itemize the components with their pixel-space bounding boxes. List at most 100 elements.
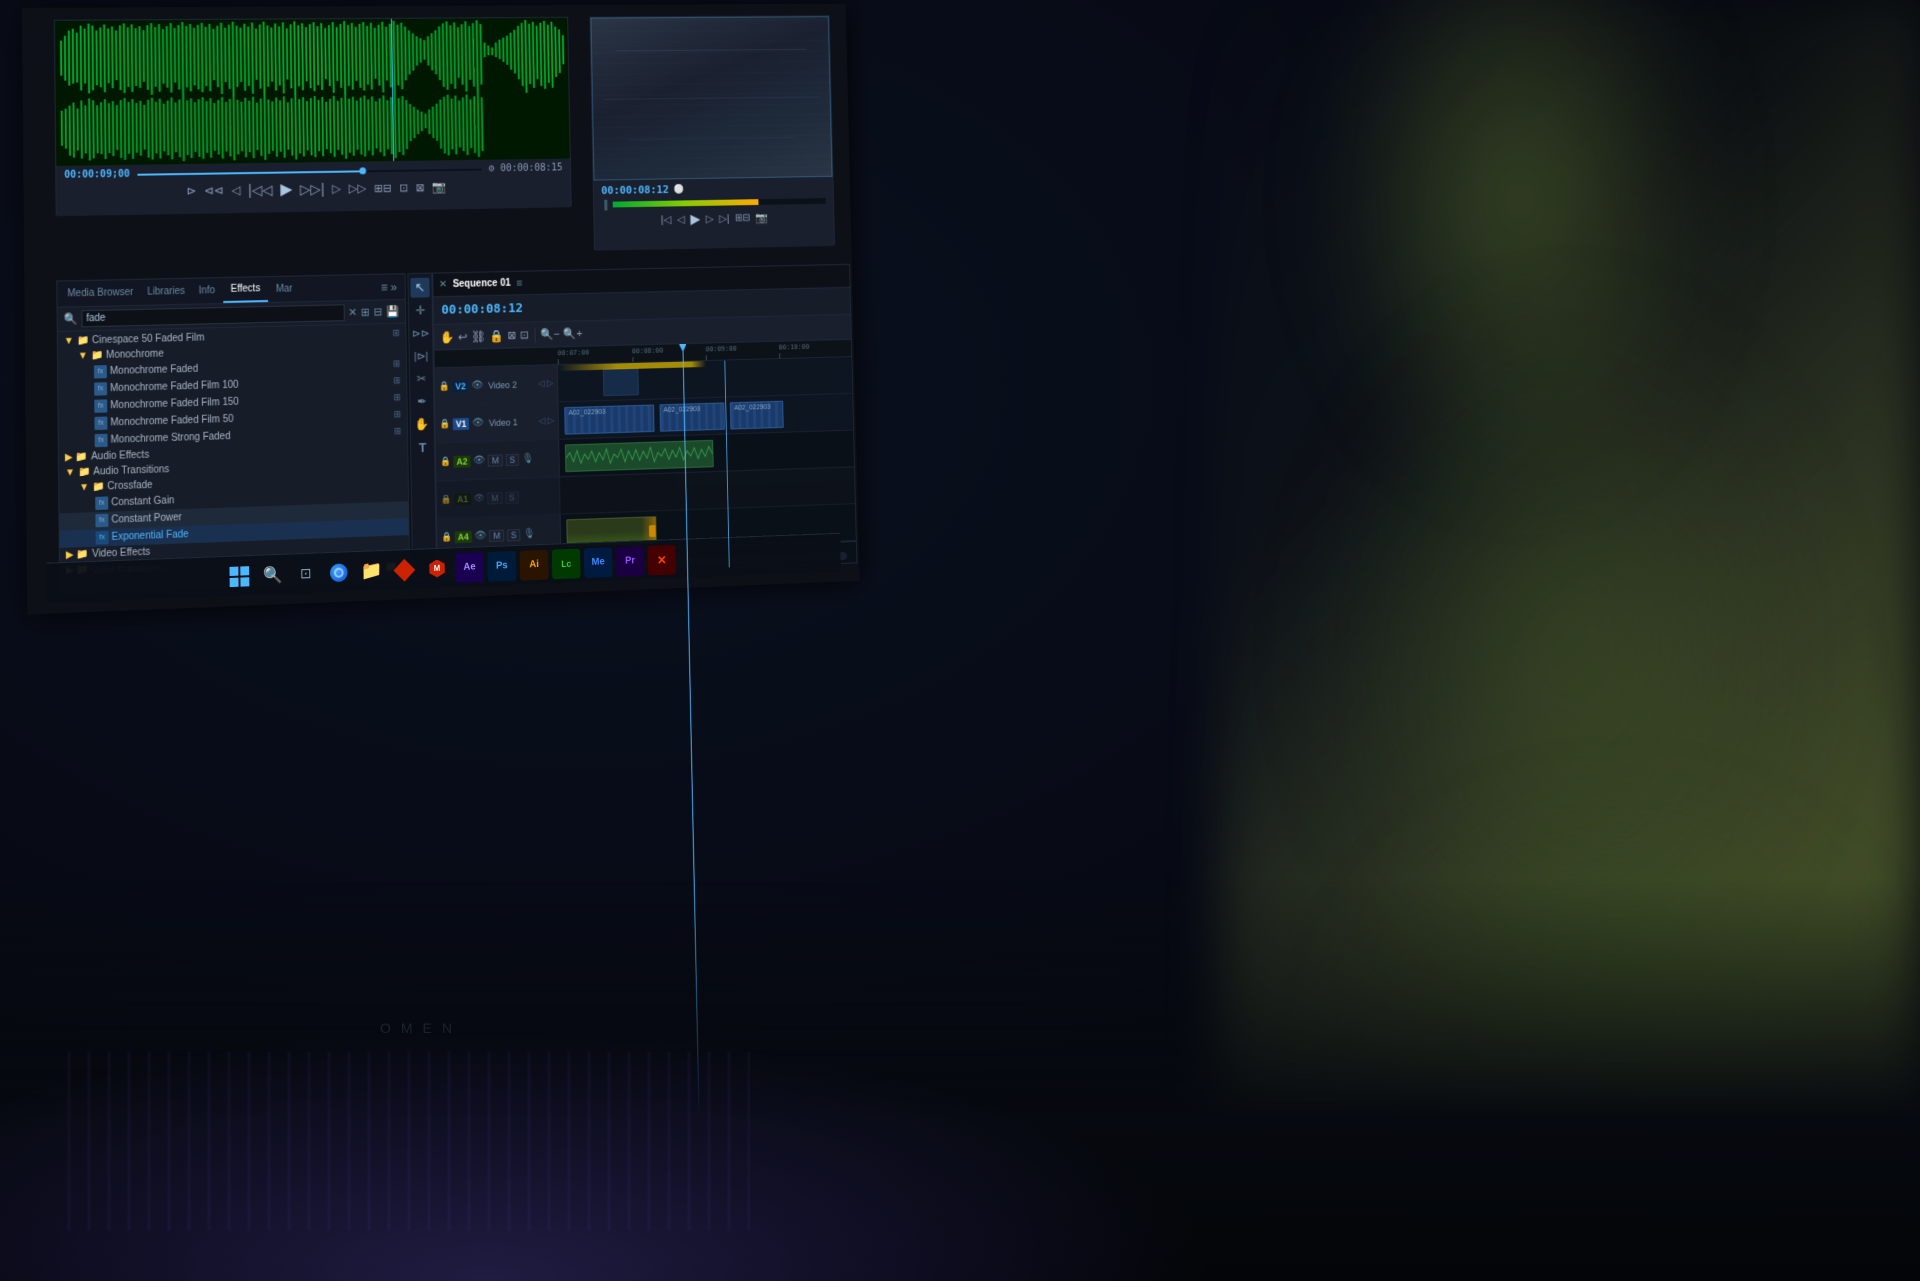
tl-tool3[interactable]: ⛓ [471,329,486,343]
prev-frame-btn[interactable]: ⊲⊲ [204,183,224,197]
search-options-btn[interactable]: ⊞ [361,306,370,319]
shield-btn[interactable]: M [422,553,451,584]
tl-tool1[interactable]: ✋ [440,330,454,344]
tool-arrow[interactable]: ↖ [410,278,429,298]
prog-play[interactable]: ▶ [690,211,700,228]
play-button[interactable]: ▶ [280,179,292,199]
tab-menu-btn[interactable]: ≡ » [377,280,401,294]
close-btn[interactable]: ✕ [439,279,447,290]
app-icon-btn[interactable]: ✕ [648,544,677,575]
track-header-a2: 🔒 A2 👁 M S 🎙 [436,440,560,481]
program-controls: 00:00:08:12 ⚪ ▐ |◁ ◁ ▶ ▷ ▷| ⊞⊟ [594,177,835,251]
a2-mute[interactable]: M [488,454,503,466]
loop-btn[interactable]: ⊞⊟ [374,181,392,194]
search-btn[interactable]: 🔍 [258,559,288,590]
lc-btn[interactable]: Lc [552,548,581,579]
tl-tool4[interactable]: 🔒 [489,329,503,343]
tab-info[interactable]: Info [193,278,221,304]
tab-media-browser[interactable]: Media Browser [61,280,139,307]
prog-step-fwd[interactable]: ▷ [706,212,714,225]
tool-hand[interactable]: ✋ [413,414,432,434]
pr-btn[interactable]: Pr [616,546,645,577]
effect-icon-mono5: fx [95,434,108,448]
camera-btn[interactable]: 📷 [432,180,446,194]
a4-mic[interactable]: 🎙 [523,528,535,539]
v1-eye[interactable]: 👁 [472,417,484,428]
insert-btn[interactable]: ⊡ [399,181,408,194]
a2-mic[interactable]: 🎙 [522,453,534,464]
go-start-btn[interactable]: |◁◁ [248,181,273,198]
tool-text[interactable]: T [413,437,432,457]
v1-settings[interactable]: ◁ ▷ [539,415,555,426]
level-meter-row: ▐ [601,196,826,210]
a4-lock[interactable]: 🔒 [441,532,452,543]
effects-save-btn[interactable]: 💾 [386,305,399,318]
tool-razor[interactable]: ✂ [412,368,431,388]
step-fwd-btn[interactable]: ▷ [332,182,341,196]
effect-icon-mono1: fx [94,365,107,378]
prog-camera[interactable]: 📷 [756,212,769,225]
ae-btn[interactable]: Ae [455,552,484,583]
step-back-btn[interactable]: ◁ [231,183,240,197]
me-btn[interactable]: Me [584,547,613,578]
a4-eye[interactable]: 👁 [474,530,486,541]
overwrite-btn[interactable]: ⊠ [416,181,425,194]
source-playhead-dot[interactable] [359,167,366,174]
v2-settings[interactable]: ◁ ▷ [538,378,554,389]
v2-lock[interactable]: 🔒 [439,381,450,392]
tool-ripple[interactable]: |⊳| [411,346,430,366]
search-clear-btn[interactable]: ✕ [348,306,357,319]
ps-btn[interactable]: Ps [487,550,516,581]
tab-effects[interactable]: Effects [223,277,269,303]
effect-icon-ef: fx [96,531,109,545]
windows-btn[interactable] [225,560,255,591]
next-frame-btn[interactable]: ▷▷ [349,181,367,195]
a1-solo[interactable]: S [505,491,518,503]
mark-in-btn[interactable]: ⊳ [186,184,196,198]
a2-solo[interactable]: S [506,453,519,465]
audio-clip-a2[interactable] [565,440,714,472]
timeline-panel: ✕ Sequence 01 ≡ 00:00:08:12 ✋ ↩ ⛓ 🔒 ⊠ ⊡ … [432,264,857,580]
clip-v1-3[interactable]: A02_022903 [730,401,783,430]
tl-tool5[interactable]: ⊠ [507,329,516,342]
program-timecode: 00:00:08:12 [601,183,669,197]
diamond-icon-btn[interactable] [390,554,419,585]
tl-tool6[interactable]: ⊡ [520,328,529,341]
tl-tool2[interactable]: ↩ [458,330,468,344]
browser-btn[interactable] [324,557,353,588]
go-end-btn[interactable]: ▷▷| [300,180,325,197]
tab-libraries[interactable]: Libraries [141,279,191,305]
a1-id: A1 [454,493,471,505]
folder-btn[interactable]: 📁 [357,555,386,586]
v2-eye[interactable]: 👁 [471,380,483,391]
a1-mute[interactable]: M [487,492,502,504]
a4-solo[interactable]: S [507,529,520,541]
prog-step-back[interactable]: ◁ [677,213,685,226]
tool-track-select[interactable]: ⊳⊳ [411,323,430,343]
a4-mute[interactable]: M [489,529,504,541]
prog-loop[interactable]: ⊞⊟ [735,213,751,224]
laptop-display: 00:00:09;00 ⚙ 00:00:08:15 ⊳ ⊲⊲ ◁ |◁◁ ▶ ▷… [0,0,1920,1281]
search-filter-btn[interactable]: ⊟ [373,305,382,318]
folder-icon-audio-effects: 📁 [76,452,89,464]
clip-v1-1[interactable]: A02_022903 [565,405,655,435]
prog-go-start[interactable]: |◁ [661,213,672,226]
tab-mar[interactable]: Mar [270,276,299,301]
v1-lock[interactable]: 🔒 [439,418,450,429]
a1-lock[interactable]: 🔒 [441,494,452,505]
tl-zoom-in[interactable]: 🔍+ [563,327,582,340]
seq-menu-icon[interactable]: ≡ [516,277,522,289]
search-input[interactable] [81,304,344,327]
tool-move[interactable]: ✛ [411,300,430,320]
clip-v1-2[interactable]: A02_022903 [660,402,725,431]
prog-go-end[interactable]: ▷| [719,212,730,225]
tl-zoom-out[interactable]: 🔍− [541,328,560,341]
task-view-btn[interactable]: ⊡ [291,558,321,589]
a1-eye[interactable]: 👁 [474,493,485,504]
a4-id: A4 [455,530,472,543]
ai-btn[interactable]: Ai [520,549,549,580]
a2-lock[interactable]: 🔒 [440,456,451,467]
tool-pen[interactable]: ✒ [412,391,431,411]
folder-icon-cinespace: 📁 [77,335,89,346]
a2-eye[interactable]: 👁 [473,455,485,466]
